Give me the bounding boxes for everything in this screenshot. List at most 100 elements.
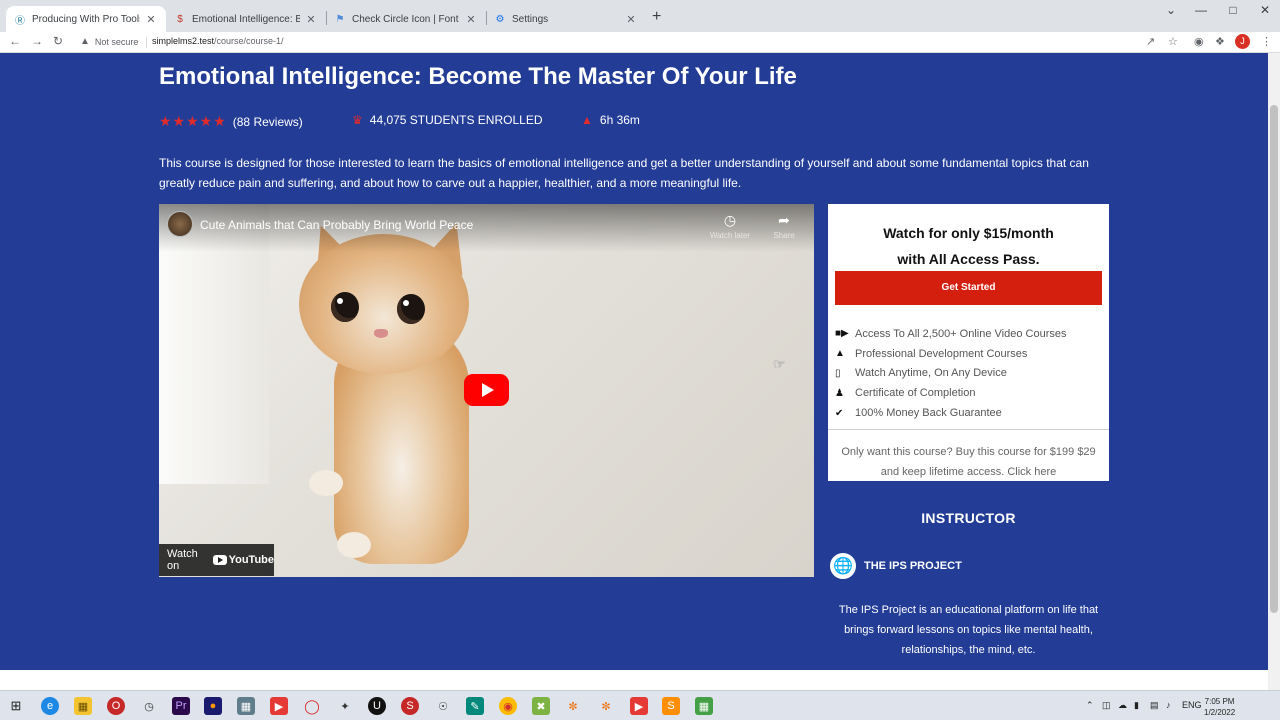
- feature-item: ♟ Certificate of Completion: [835, 387, 976, 400]
- tray-language[interactable]: ENG: [1182, 700, 1202, 710]
- sublime-text-icon[interactable]: S: [662, 697, 680, 715]
- channel-avatar[interactable]: [167, 211, 193, 237]
- kitten-paw: [337, 532, 371, 558]
- close-tab-icon[interactable]: ✕: [624, 13, 638, 26]
- feature-item: ✔ 100% Money Back Guarantee: [835, 407, 1002, 420]
- back-button[interactable]: ←: [9, 34, 21, 48]
- tray-cloud-icon[interactable]: ☁: [1118, 700, 1127, 711]
- course-page: Emotional Intelligence: Become The Maste…: [0, 53, 1268, 670]
- instructor-profile[interactable]: 🌐 THE IPS PROJECT: [828, 551, 962, 581]
- browser-menu-icon[interactable]: ⋮: [1261, 35, 1272, 48]
- tab-emotional-intelligence[interactable]: $ Emotional Intelligence: Become ✕: [166, 6, 326, 32]
- maximize-button[interactable]: □: [1218, 3, 1248, 17]
- close-tab-icon[interactable]: ✕: [464, 13, 478, 26]
- firefox-icon[interactable]: ●: [204, 697, 222, 715]
- browser-toolbar: ← → ↻ ▲ Not secure simplelms2.test/cours…: [0, 32, 1280, 53]
- premiere-pro-icon[interactable]: Pr: [172, 697, 190, 715]
- tab-check-circle-icon[interactable]: ⚑ Check Circle Icon | Font Awesom ✕: [326, 6, 486, 32]
- unreal-engine-icon[interactable]: U: [368, 697, 386, 715]
- mouse-pointer-icon: ☞: [773, 356, 786, 372]
- play-button[interactable]: [464, 374, 509, 406]
- recorder-app-icon[interactable]: ▶: [630, 697, 648, 715]
- feature-item: ▯ Watch Anytime, On Any Device: [835, 367, 1007, 380]
- address-bar[interactable]: simplelms2.test/course/course-1/: [152, 36, 284, 46]
- feature-list: ■▶ Access To All 2,500+ Online Video Cour…: [835, 324, 1066, 423]
- scrollbar-thumb[interactable]: [1270, 105, 1278, 613]
- edge-browser-icon[interactable]: e: [41, 697, 59, 715]
- buy-course-link[interactable]: Only want this course? Buy this course f…: [828, 442, 1109, 482]
- tab-search-chevron-icon[interactable]: ⌄: [1156, 3, 1186, 17]
- file-explorer-icon[interactable]: ▦: [74, 697, 92, 715]
- instructor-name[interactable]: THE IPS PROJECT: [864, 560, 962, 572]
- kitten-head: [299, 234, 469, 374]
- extensions-puzzle-icon[interactable]: ❖: [1215, 35, 1225, 48]
- youtube-logo-icon: YouTube: [212, 554, 274, 566]
- tab-settings[interactable]: ⚙ Settings ✕: [486, 6, 646, 32]
- certificate-stamp-icon: ♟: [835, 387, 844, 399]
- watch-later-button[interactable]: ◷ Watch later: [708, 212, 752, 240]
- spreadsheet-app-icon[interactable]: ▦: [695, 697, 713, 715]
- reload-button[interactable]: ↻: [53, 34, 63, 48]
- get-started-button[interactable]: Get Started: [835, 271, 1102, 305]
- share-video-button[interactable]: ➦ Share: [762, 212, 806, 240]
- tab-producing-with-pro-tools[interactable]: Ⓡ Producing With Pro Tools First - ✕: [6, 6, 166, 32]
- kitten-eye: [331, 292, 359, 322]
- site-security-indicator[interactable]: ▲ Not secure: [80, 36, 138, 47]
- page-bottom-strip: [0, 670, 1268, 690]
- chrome-icon[interactable]: ◉: [499, 697, 517, 715]
- feature-item: ■▶ Access To All 2,500+ Online Video Cour…: [835, 327, 1067, 340]
- duration-value: 6h 36m: [599, 113, 640, 127]
- card-divider: [828, 429, 1109, 430]
- close-window-button[interactable]: ✕: [1250, 3, 1280, 17]
- kitten-eye: [397, 294, 425, 324]
- students-enrolled: 44,075 STUDENTS ENROLLED: [369, 113, 543, 127]
- check-circle-icon: ✔: [835, 407, 844, 419]
- tray-network-icon[interactable]: ▤: [1150, 700, 1159, 711]
- course-rating: ★★★★★ (88 Reviews): [159, 113, 303, 130]
- scrivener-icon[interactable]: S: [401, 697, 419, 715]
- clock-duration-icon: ▲: [581, 113, 593, 127]
- tray-mic-icon[interactable]: ▮: [1134, 700, 1139, 711]
- youtube-video-embed[interactable]: Cute Animals that Can Probably Bring Wor…: [159, 204, 814, 577]
- windows-start-icon[interactable]: ⊞: [7, 697, 25, 715]
- tray-volume-icon[interactable]: ♪: [1166, 700, 1171, 710]
- forward-button[interactable]: →: [31, 34, 43, 48]
- profile-avatar[interactable]: J: [1235, 34, 1250, 49]
- bookmark-star-icon[interactable]: ☆: [1168, 35, 1178, 48]
- notes-app-icon[interactable]: ✎: [466, 697, 484, 715]
- warning-triangle-icon: ▲: [80, 36, 90, 47]
- share-icon[interactable]: ↗: [1146, 35, 1155, 48]
- tool-app-icon[interactable]: ✦: [336, 697, 354, 715]
- app-clock-icon[interactable]: ◷: [140, 697, 158, 715]
- close-tab-icon[interactable]: ✕: [144, 13, 158, 26]
- clock-icon: ◷: [723, 212, 737, 228]
- instructor-heading: INSTRUCTOR: [921, 510, 1016, 526]
- github-desktop-icon[interactable]: ☉: [434, 697, 452, 715]
- blender-icon[interactable]: ✼: [564, 697, 582, 715]
- tray-device-icon[interactable]: ◫: [1102, 700, 1111, 711]
- close-tab-icon[interactable]: ✕: [304, 13, 318, 26]
- media-app-icon[interactable]: ▶: [270, 697, 288, 715]
- tablet-icon: ▯: [835, 367, 841, 379]
- watch-on-youtube-button[interactable]: Watch on YouTube: [159, 544, 274, 576]
- omnibox-separator: [146, 37, 147, 48]
- kitten-nose: [374, 329, 388, 338]
- tray-clock[interactable]: 7:05 PM 1/2/2022: [1204, 696, 1235, 718]
- rating-stars-icon: ★★★★★: [159, 113, 227, 129]
- gear-icon: ⚙: [495, 13, 505, 25]
- opera-gx-icon[interactable]: ◯: [303, 697, 321, 715]
- opera-icon[interactable]: O: [107, 697, 125, 715]
- page-scrollbar[interactable]: [1268, 53, 1280, 690]
- video-camera-icon: ■▶: [835, 328, 849, 340]
- blender-alt-icon[interactable]: ✼: [597, 697, 615, 715]
- windows-taskbar: ⊞ e ▦ O ◷ Pr ● ▦ ▶ ◯ ✦ U S ☉ ✎ ◉ ✖ ✼ ✼ ▶…: [0, 690, 1280, 720]
- calculator-icon[interactable]: ▦: [237, 697, 255, 715]
- minimize-button[interactable]: —: [1186, 3, 1216, 17]
- browser-tab-bar: Ⓡ Producing With Pro Tools First - ✕ $ E…: [0, 0, 1280, 32]
- vector-app-icon[interactable]: ✖: [532, 697, 550, 715]
- tray-chevron-icon[interactable]: ⌃: [1086, 700, 1094, 711]
- new-tab-button[interactable]: +: [652, 8, 661, 26]
- review-count[interactable]: (88 Reviews): [233, 115, 303, 129]
- extension-globe-icon[interactable]: ◉: [1194, 35, 1204, 48]
- video-title[interactable]: Cute Animals that Can Probably Bring Wor…: [200, 218, 473, 232]
